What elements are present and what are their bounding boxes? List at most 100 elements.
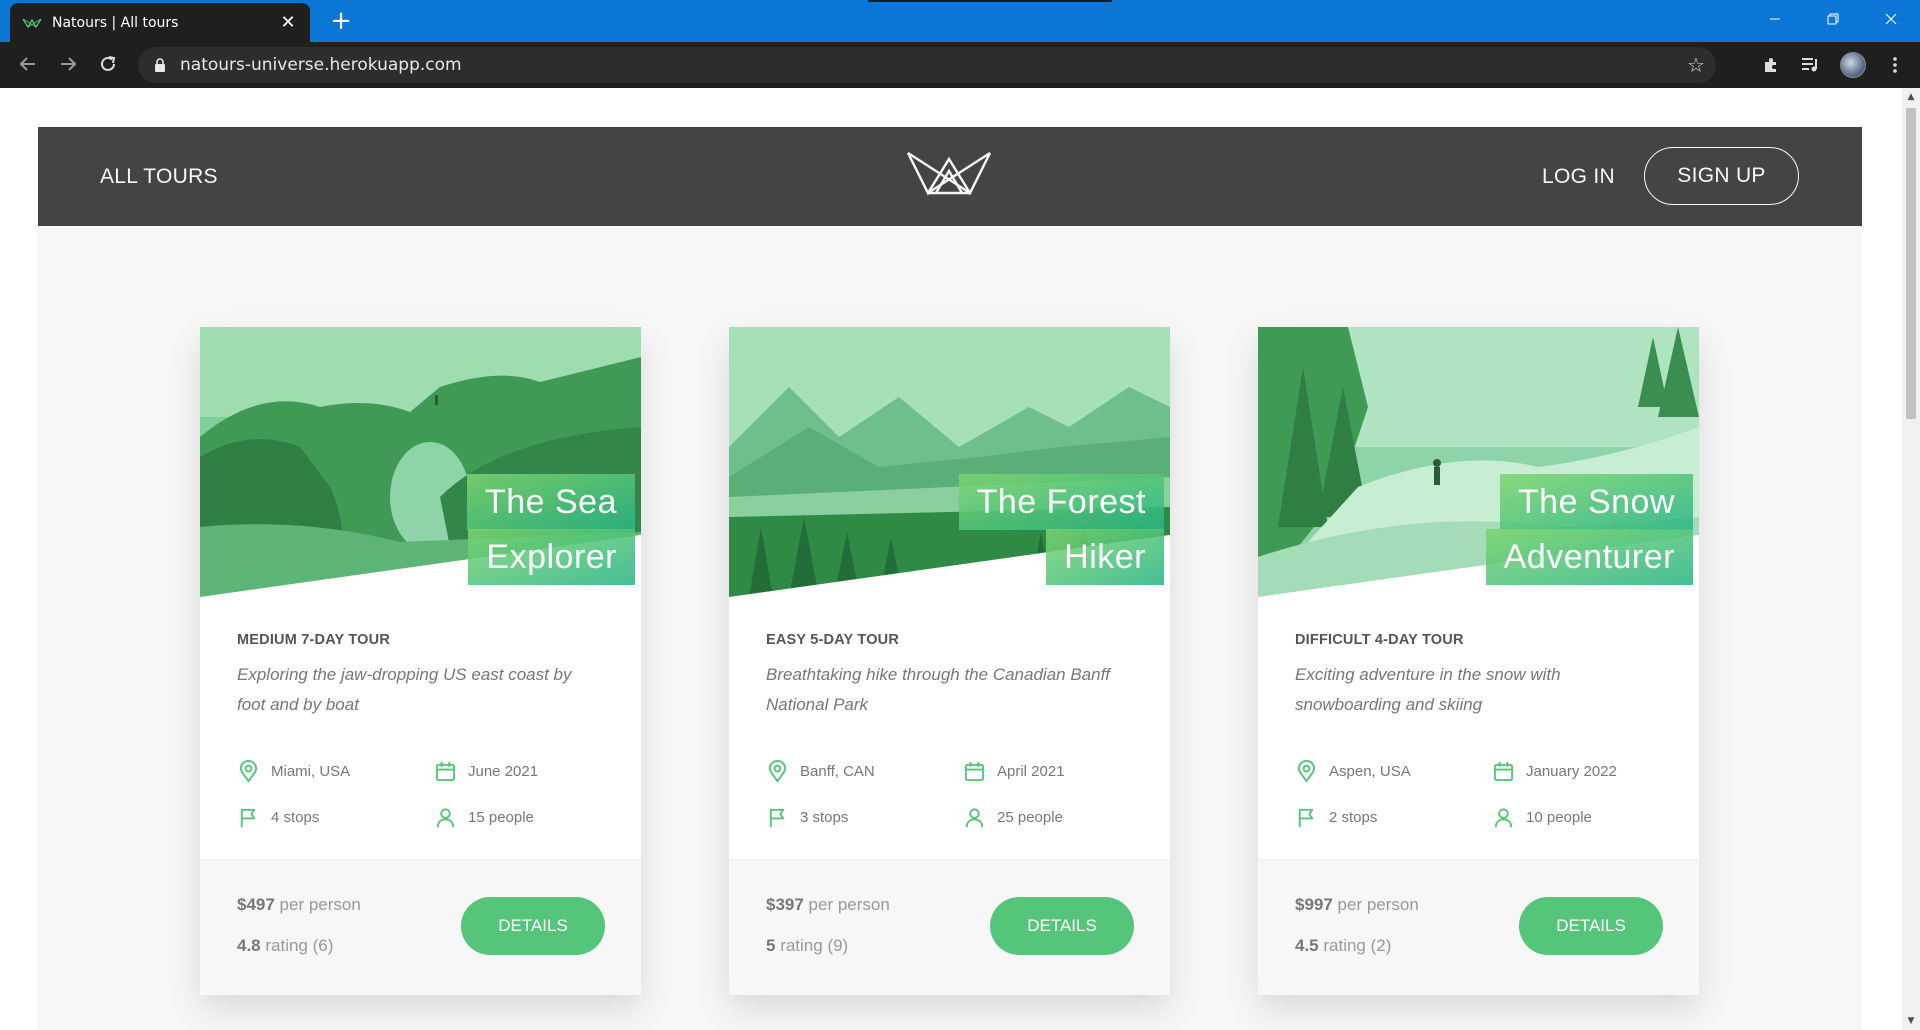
meta-stops: 3 stops xyxy=(766,804,963,831)
sign-up-button[interactable]: Sign up xyxy=(1644,147,1799,205)
price-value: $497 xyxy=(237,895,275,914)
calendar-icon xyxy=(1493,761,1514,782)
scroll-down-icon[interactable]: ▼ xyxy=(1906,1016,1916,1026)
meta-location-text: Miami, USA xyxy=(271,763,351,780)
page-scrollbar[interactable]: ▲ ▼ xyxy=(1902,88,1920,1030)
nav-all-tours[interactable]: All tours xyxy=(100,165,218,189)
flag-icon xyxy=(240,808,256,828)
browser-tab[interactable]: Natours | All tours ✕ xyxy=(10,3,310,42)
card-summary: Exploring the jaw-dropping US east coast… xyxy=(237,665,572,714)
calendar-icon xyxy=(435,761,456,782)
meta-location-text: Banff, CAN xyxy=(800,763,875,780)
card-title-line-2: Hiker xyxy=(1046,529,1164,585)
scroll-thumb[interactable] xyxy=(1906,108,1916,419)
rating-value: 4.8 xyxy=(237,936,261,955)
card-title-line-2: Adventurer xyxy=(1485,529,1693,585)
card-summary: Exciting adventure in the snow with snow… xyxy=(1295,665,1561,714)
site-header: All tours Log in Sign up xyxy=(38,127,1862,226)
natours-favicon-icon xyxy=(22,18,42,28)
rating-suffix: rating (9) xyxy=(775,936,849,955)
meta-location: Aspen, USA xyxy=(1295,758,1492,785)
card-title-line-2: Explorer xyxy=(468,529,635,585)
price-suffix: per person xyxy=(803,895,890,914)
meta-stops-text: 2 stops xyxy=(1329,809,1378,826)
tour-card: The Snow Adventurer Difficult 4-day tour… xyxy=(1258,327,1699,995)
card-subheading: Difficult 4-day tour xyxy=(1295,632,1464,648)
tab-close-icon[interactable]: ✕ xyxy=(278,12,298,33)
card-details: Difficult 4-day tour Exciting adventure … xyxy=(1258,632,1699,831)
extensions-icon[interactable] xyxy=(1756,48,1786,82)
restore-icon[interactable] xyxy=(1804,0,1862,38)
card-rating: 4.8 rating (6) xyxy=(237,936,333,956)
card-title-line-1: The Snow xyxy=(1499,474,1693,530)
card-subheading: Easy 5-day tour xyxy=(766,632,900,648)
page-viewport: All tours Log in Sign up xyxy=(0,88,1902,1030)
new-tab-button[interactable]: + xyxy=(326,6,356,36)
card-title: The Snow Adventurer xyxy=(1485,474,1693,585)
meta-stops: 4 stops xyxy=(237,804,434,831)
price-value: $997 xyxy=(1295,895,1333,914)
forward-icon[interactable] xyxy=(52,48,84,80)
card-meta: Miami, USA June 2021 4 stops 15 people xyxy=(237,758,604,831)
top-notch xyxy=(868,0,1112,2)
meta-people-text: 15 people xyxy=(468,809,534,826)
card-title: The Forest Hiker xyxy=(958,474,1164,585)
card-subheading: Medium 7-day tour xyxy=(237,632,390,648)
card-header: The Sea Explorer xyxy=(200,327,641,597)
menu-icon[interactable] xyxy=(1880,48,1910,82)
card-footer: $497 per person 4.8 rating (6) Details xyxy=(200,859,641,995)
natours-logo-icon[interactable] xyxy=(906,149,992,197)
price-value: $397 xyxy=(766,895,804,914)
meta-date: January 2022 xyxy=(1492,758,1672,785)
meta-people: 25 people xyxy=(963,804,1143,831)
card-price: $997 per person xyxy=(1295,895,1419,915)
minimize-icon[interactable] xyxy=(1746,0,1804,38)
card-rating: 4.5 rating (2) xyxy=(1295,936,1391,956)
close-icon[interactable] xyxy=(1862,0,1920,38)
meta-people: 10 people xyxy=(1492,804,1672,831)
meta-date: June 2021 xyxy=(434,758,614,785)
meta-date: April 2021 xyxy=(963,758,1143,785)
card-meta: Aspen, USA January 2022 2 stops 10 peopl… xyxy=(1295,758,1662,831)
details-button[interactable]: Details xyxy=(990,897,1134,955)
profile-avatar[interactable] xyxy=(1838,48,1868,82)
card-title-line-1: The Forest xyxy=(958,474,1164,530)
tab-title: Natours | All tours xyxy=(52,14,179,31)
map-pin-icon xyxy=(768,760,787,783)
user-icon xyxy=(965,808,984,828)
card-meta: Banff, CAN April 2021 3 stops 25 people xyxy=(766,758,1133,831)
back-icon[interactable] xyxy=(12,48,44,80)
rating-suffix: rating (2) xyxy=(1318,936,1392,955)
star-icon[interactable]: ☆ xyxy=(1676,53,1716,77)
meta-date-text: January 2022 xyxy=(1526,763,1617,780)
reload-icon[interactable] xyxy=(92,48,124,80)
lock-icon xyxy=(155,58,165,72)
meta-stops: 2 stops xyxy=(1295,804,1492,831)
card-details: Medium 7-day tour Exploring the jaw-drop… xyxy=(200,632,641,831)
meta-date-text: April 2021 xyxy=(997,763,1065,780)
meta-location: Banff, CAN xyxy=(766,758,963,785)
meta-stops-text: 4 stops xyxy=(271,809,320,826)
map-pin-icon xyxy=(239,760,258,783)
address-bar[interactable]: natours-universe.herokuapp.com ☆ xyxy=(138,47,1716,83)
user-icon xyxy=(436,808,455,828)
meta-people: 15 people xyxy=(434,804,614,831)
card-price: $497 per person xyxy=(237,895,361,915)
nav-log-in[interactable]: Log in xyxy=(1542,165,1615,189)
scroll-up-icon[interactable]: ▲ xyxy=(1906,92,1916,102)
details-button[interactable]: Details xyxy=(461,897,605,955)
card-summary: Breathtaking hike through the Canadian B… xyxy=(766,665,1111,714)
details-button[interactable]: Details xyxy=(1519,897,1663,955)
calendar-icon xyxy=(964,761,985,782)
meta-people-text: 10 people xyxy=(1526,809,1592,826)
map-pin-icon xyxy=(1297,760,1316,783)
card-details: Easy 5-day tour Breathtaking hike throug… xyxy=(729,632,1170,831)
card-title-line-1: The Sea xyxy=(466,474,635,530)
tour-card: The Sea Explorer Medium 7-day tour Explo… xyxy=(200,327,641,995)
card-header: The Snow Adventurer xyxy=(1258,327,1699,597)
card-price: $397 per person xyxy=(766,895,890,915)
card-footer: $397 per person 5 rating (9) Details xyxy=(729,859,1170,995)
meta-people-text: 25 people xyxy=(997,809,1063,826)
rating-value: 4.5 xyxy=(1295,936,1319,955)
media-icon[interactable] xyxy=(1796,48,1826,82)
